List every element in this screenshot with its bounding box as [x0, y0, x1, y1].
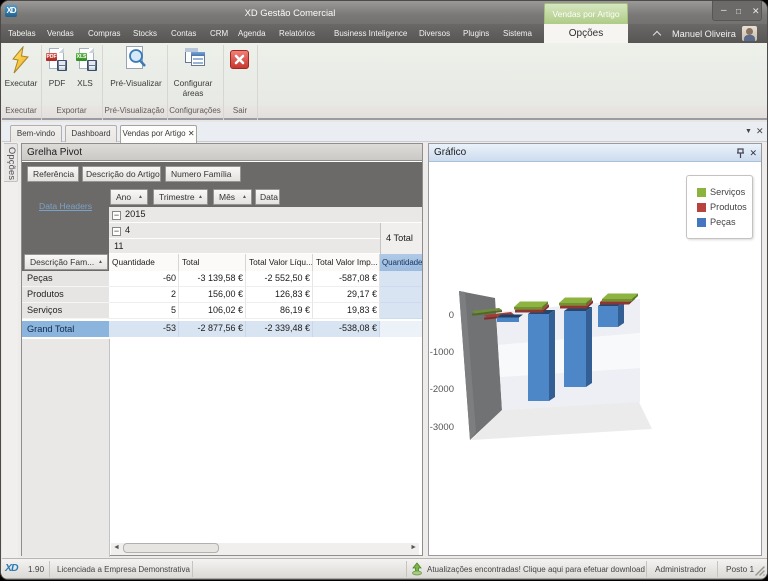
svg-text:-3000: -3000: [430, 422, 454, 433]
svg-text:-2000: -2000: [430, 384, 454, 395]
svg-text:-1000: -1000: [430, 347, 454, 358]
svg-text:0: 0: [449, 310, 454, 321]
